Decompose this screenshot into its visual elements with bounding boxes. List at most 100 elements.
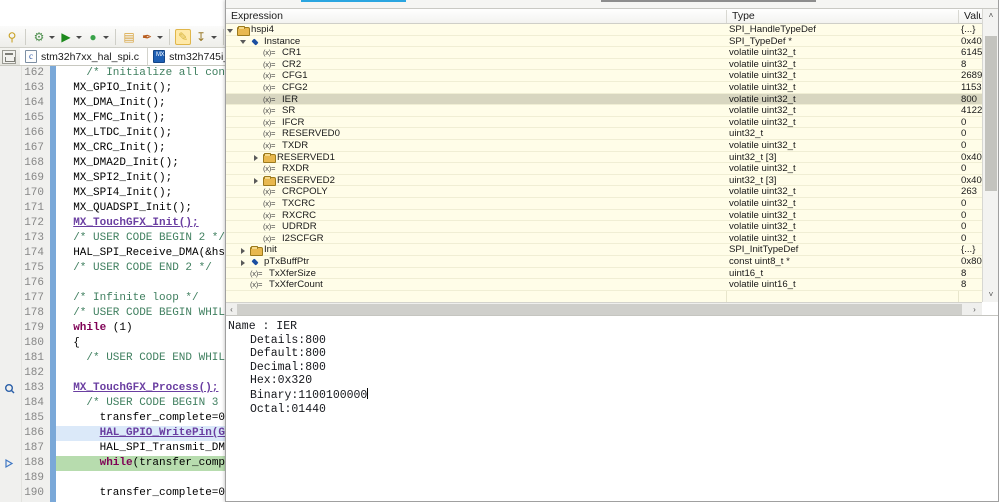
variable-value[interactable]: 1153826816: [961, 82, 982, 94]
scrollbar-thumb[interactable]: [985, 36, 997, 191]
variable-row[interactable]: pTxBuffPtr const uint8_t * 0x8025f90 <TX_B…: [226, 256, 982, 268]
variable-value[interactable]: 0x40013424: [961, 152, 982, 164]
toolbar-dropdown-arrow[interactable]: [75, 29, 82, 45]
variable-row[interactable]: (x)= TXCRC volatile uint32_t 0: [226, 198, 982, 210]
column-header-expression[interactable]: Expression: [226, 9, 283, 24]
pointer-icon: [250, 257, 260, 267]
chevron-right-icon[interactable]: [239, 244, 248, 256]
variable-row[interactable]: (x)= CRCPOLY volatile uint32_t 263: [226, 186, 982, 198]
variable-expression: IFCR: [282, 116, 305, 128]
variable-row[interactable]: (x)= CR1 volatile uint32_t 6145: [226, 47, 982, 59]
variable-value[interactable]: 0: [961, 140, 966, 152]
variable-row[interactable]: (x)= CR2 volatile uint32_t 8: [226, 58, 982, 71]
variable-row[interactable]: (x)= CFG2 volatile uint32_t 1153826816: [226, 82, 982, 94]
variable-expression: RXDR: [282, 163, 310, 175]
highlight-marker-icon[interactable]: ✎: [175, 28, 191, 45]
variable-value[interactable]: {...}: [961, 244, 975, 256]
variable-value[interactable]: 0: [961, 221, 966, 233]
toolbar-dropdown-arrow[interactable]: [156, 29, 163, 45]
variable-value[interactable]: {...}: [961, 24, 975, 36]
resume-debug-icon[interactable]: ▶: [58, 29, 74, 45]
variable-type: SPI_TypeDef *: [729, 35, 792, 47]
variable-row[interactable]: (x)= IFCR volatile uint32_t 0: [226, 116, 982, 129]
line-number: 167: [24, 142, 44, 154]
view-menu-button[interactable]: [2, 49, 16, 64]
debug-step-icon[interactable]: ↧: [193, 29, 209, 45]
variable-row[interactable]: (x)= UDRDR volatile uint32_t 0: [226, 221, 982, 233]
toolbar-dropdown-arrow[interactable]: [210, 29, 217, 45]
variable-value[interactable]: 0: [961, 198, 966, 210]
variable-value[interactable]: 4122: [961, 105, 982, 117]
scroll-down-arrow[interactable]: ˅: [983, 288, 999, 302]
variable-row[interactable]: (x)= I2SCFGR volatile uint32_t 0: [226, 232, 982, 245]
variable-type: volatile uint32_t: [729, 221, 796, 233]
variable-value[interactable]: 0x8025f90 <TX_Buffer> "Chicken": [961, 256, 982, 268]
variable-row[interactable]: RESERVED1 uint32_t [3] 0x40013424: [226, 151, 982, 164]
variable-row[interactable]: (x)= TxXferCount volatile uint16_t 8: [226, 279, 982, 291]
variable-value[interactable]: 0: [961, 210, 966, 222]
editor-tab-hal-spi[interactable]: stm32h7xx_hal_spi.c: [20, 48, 149, 65]
variable-row[interactable]: (x)= SR volatile uint32_t 4122: [226, 105, 982, 117]
variable-value[interactable]: 0: [961, 233, 966, 245]
variable-value[interactable]: 0: [961, 163, 966, 175]
search-pen-icon-glyph: ✒: [141, 29, 153, 44]
pointer-icon: [250, 37, 260, 47]
variable-value[interactable]: 0: [961, 117, 966, 129]
variable-row[interactable]: RESERVED2 uint32_t [3] 0x40013434: [226, 174, 982, 187]
variables-vertical-scrollbar[interactable]: ˄ ˅: [982, 9, 998, 302]
variable-value[interactable]: 0x40013400: [961, 36, 982, 48]
variable-value[interactable]: 8: [961, 279, 966, 291]
code-token: MX_DMA_Init();: [73, 97, 166, 109]
chevron-down-icon[interactable]: [239, 36, 248, 48]
line-number: 166: [24, 127, 44, 139]
toolbar-dropdown-arrow[interactable]: [102, 29, 109, 45]
toolbar-dropdown-arrow[interactable]: [48, 29, 55, 45]
variable-value[interactable]: 263: [961, 186, 977, 198]
variable-expression: pTxBuffPtr: [264, 256, 310, 267]
variable-row[interactable]: (x)= RXCRC volatile uint32_t 0: [226, 209, 982, 222]
variable-row[interactable]: Init SPI_InitTypeDef {...}: [226, 244, 982, 256]
variable-expression: IER: [282, 93, 298, 105]
scroll-up-arrow[interactable]: ˄: [983, 9, 999, 23]
variables-horizontal-scrollbar[interactable]: ‹ ›: [226, 302, 982, 315]
chevron-right-icon[interactable]: [252, 152, 261, 164]
variable-type: uint32_t: [729, 128, 764, 140]
variables-table[interactable]: hspi4 SPI_HandleTypeDef {...} Instance SPI_T…: [226, 24, 982, 302]
open-project-icon[interactable]: ▤: [121, 29, 137, 45]
variable-row[interactable]: Instance SPI_TypeDef * 0x40013400: [226, 35, 982, 48]
variable-row[interactable]: hspi4 SPI_HandleTypeDef {...}: [226, 24, 982, 36]
variable-value[interactable]: 268926983: [961, 70, 982, 82]
variable-row[interactable]: (x)= RXDR volatile uint32_t 0: [226, 163, 982, 175]
variable-row[interactable]: (x)= TXDR volatile uint32_t 0: [226, 140, 982, 152]
variable-type: volatile uint32_t: [729, 47, 796, 59]
variable-row[interactable]: (x)= IER volatile uint32_t 800: [226, 93, 982, 106]
variable-value[interactable]: 0x40013434: [961, 175, 982, 187]
code-token: /* USER CODE BEGIN 2 */: [73, 232, 226, 244]
variable-value[interactable]: 8: [961, 268, 966, 280]
chevron-right-icon[interactable]: [252, 175, 261, 187]
code-token: /* USER CODE BEGIN WHILE *: [73, 307, 245, 319]
variable-icon: (x)=: [263, 94, 276, 104]
debug-icon[interactable]: ●: [85, 29, 101, 45]
variable-value[interactable]: 0: [961, 128, 966, 140]
chevron-right-icon[interactable]: [239, 256, 248, 268]
chevron-down-icon[interactable]: [226, 24, 235, 36]
variable-value[interactable]: 800: [961, 94, 977, 106]
column-header-type[interactable]: Type: [727, 9, 755, 24]
scrollbar-thumb[interactable]: [237, 304, 962, 315]
variable-row[interactable]: (x)= CFG1 volatile uint32_t 268926983: [226, 70, 982, 82]
skip-all-breakpoints-icon[interactable]: ⚲: [4, 29, 20, 45]
variable-row[interactable]: (x)= TxXferSize uint16_t 8: [226, 267, 982, 280]
variable-icon: (x)=: [263, 129, 276, 139]
variable-value[interactable]: 6145: [961, 47, 982, 59]
variable-value[interactable]: 8: [961, 59, 966, 71]
variable-row[interactable]: (x)= RESERVED0 uint32_t 0: [226, 128, 982, 140]
line-number: 168: [24, 157, 44, 169]
view-tab-strip[interactable]: [226, 0, 998, 9]
variable-icon: (x)=: [263, 48, 276, 58]
build-icon[interactable]: ⚙: [31, 29, 47, 45]
cubemx-icon: [153, 50, 166, 63]
search-pen-icon[interactable]: ✒: [139, 29, 155, 45]
skip-all-breakpoints-icon-glyph: ⚲: [7, 29, 17, 44]
variable-detail-pane[interactable]: Name : IER Details:800 Default:800 Decimal…: [226, 315, 998, 501]
